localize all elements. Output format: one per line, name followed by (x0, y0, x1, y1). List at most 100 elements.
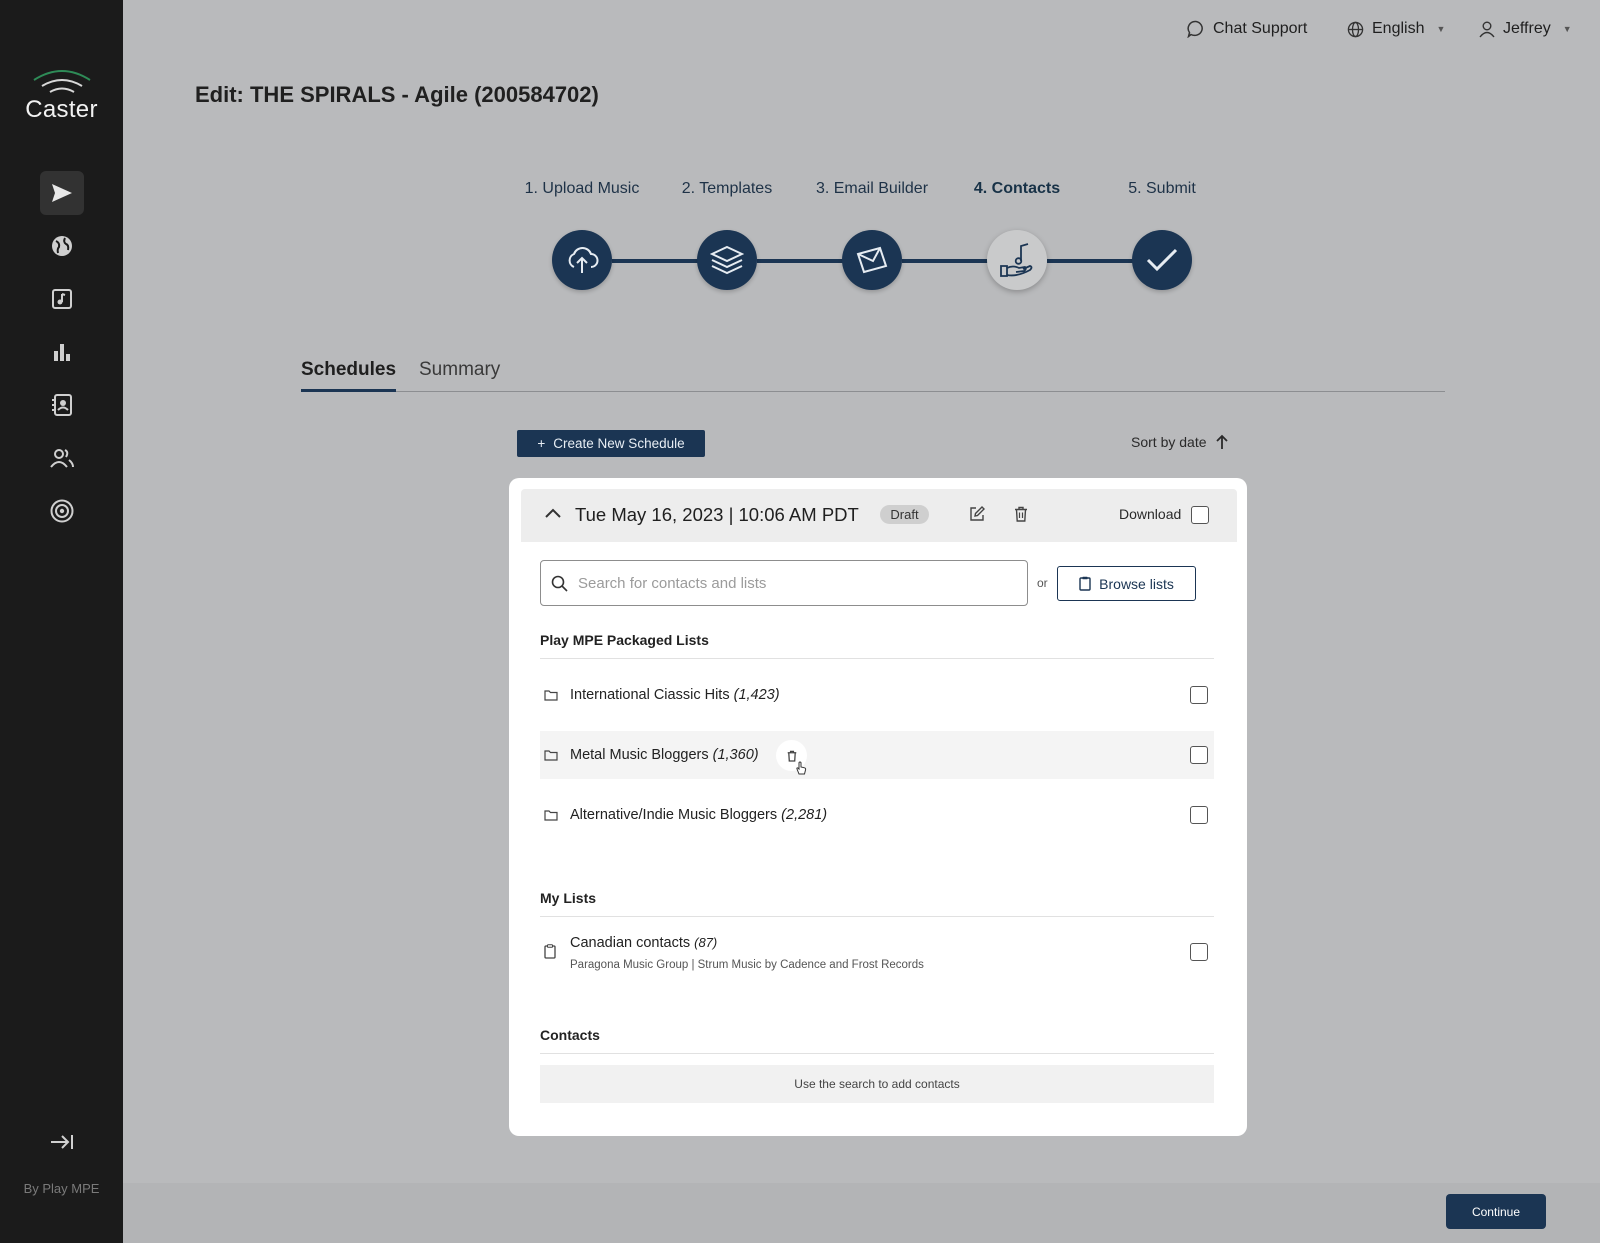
envelope-icon (856, 246, 888, 274)
clipboard-icon (1079, 576, 1091, 591)
step-submit[interactable]: 5. Submit (1092, 180, 1232, 198)
step-email-circle[interactable] (842, 230, 902, 290)
or-label: or (1037, 576, 1048, 590)
chevron-up-icon (545, 508, 561, 518)
chat-support-link[interactable]: Chat Support (1187, 20, 1307, 38)
page-title: Edit: THE SPIRALS - Agile (200584702) (195, 82, 599, 107)
step-templates-circle[interactable] (697, 230, 757, 290)
section-divider (540, 916, 1214, 917)
arrow-up-icon (1215, 434, 1228, 449)
nav-contacts-book[interactable] (40, 383, 84, 427)
logo-text: Caster (25, 96, 98, 123)
search-input[interactable] (578, 574, 998, 592)
step-templates[interactable]: 2. Templates (657, 180, 797, 198)
collapse-schedule-button[interactable] (544, 506, 562, 524)
nav-target[interactable] (40, 489, 84, 533)
language-selector[interactable]: English ▼ (1347, 20, 1445, 38)
sidebar: Caster By Play MPE (0, 0, 123, 1243)
continue-button[interactable]: Continue (1446, 1194, 1546, 1229)
nav-users[interactable] (40, 436, 84, 480)
packaged-lists-heading: Play MPE Packaged Lists (540, 632, 709, 648)
chat-bubble-icon (1187, 20, 1203, 38)
list-item-label: Metal Music Bloggers (1,360) (570, 747, 759, 763)
nav-music[interactable] (40, 277, 84, 321)
plus-icon: + (537, 436, 546, 451)
expand-sidebar-button[interactable] (40, 1120, 84, 1164)
step-connector (1047, 259, 1133, 263)
caret-down-icon: ▼ (1562, 24, 1572, 34)
section-divider (540, 1053, 1214, 1054)
folder-icon (544, 810, 558, 821)
status-badge: Draft (880, 505, 929, 524)
nav-analytics[interactable] (40, 330, 84, 374)
caster-logo[interactable]: Caster (0, 66, 123, 124)
edit-icon (970, 506, 985, 521)
delete-schedule-button[interactable] (1014, 506, 1028, 527)
user-menu[interactable]: Jeffrey ▼ (1479, 20, 1572, 38)
list-item[interactable]: Alternative/Indie Music Bloggers (2,281) (540, 791, 1214, 839)
list-item-label: International Ciassic Hits (1,423) (570, 687, 780, 703)
nav-send[interactable] (40, 171, 84, 215)
contacts-heading: Contacts (540, 1027, 600, 1043)
footer-bar (123, 1183, 1600, 1243)
clipboard-icon (544, 944, 556, 959)
list-item-checkbox[interactable] (1190, 746, 1208, 764)
language-label: English (1372, 20, 1425, 37)
globe-icon (52, 236, 72, 256)
step-submit-circle[interactable] (1132, 230, 1192, 290)
create-new-schedule-button[interactable]: + Create New Schedule (517, 430, 705, 457)
schedule-date: Tue May 16, 2023 | 10:06 AM PDT (575, 504, 859, 525)
by-play-mpe: By Play MPE (23, 1181, 100, 1196)
list-item[interactable]: Metal Music Bloggers (1,360) (540, 731, 1214, 779)
checkmark-icon (1146, 248, 1178, 272)
user-name: Jeffrey (1503, 20, 1551, 37)
step-contacts-circle[interactable] (987, 230, 1047, 290)
sort-by-date-button[interactable]: Sort by date (1131, 434, 1229, 450)
hand-cursor-icon (796, 761, 807, 775)
trash-icon (1015, 506, 1027, 522)
step-connector (757, 259, 843, 263)
folder-icon (544, 690, 558, 701)
arrow-to-right-icon (51, 1135, 73, 1149)
signal-icon (32, 70, 91, 93)
download-checkbox[interactable] (1191, 506, 1209, 524)
music-file-icon (52, 289, 72, 309)
step-contacts[interactable]: 4. Contacts (947, 180, 1087, 198)
list-item-label: Alternative/Indie Music Bloggers (2,281) (570, 807, 828, 823)
nav-globe[interactable] (40, 224, 84, 268)
address-book-icon (52, 394, 72, 416)
chat-support-label: Chat Support (1213, 20, 1308, 37)
step-upload-circle[interactable] (552, 230, 612, 290)
edit-schedule-button[interactable] (969, 506, 985, 527)
step-email-builder[interactable]: 3. Email Builder (802, 180, 942, 198)
create-button-label: Create New Schedule (553, 436, 685, 451)
bar-chart-icon (54, 344, 70, 361)
download-label: Download (1119, 506, 1182, 522)
trash-icon (787, 750, 796, 762)
my-list-label: Canadian contacts (87) (570, 935, 718, 951)
globe-outline-icon (1347, 21, 1364, 37)
folder-icon (544, 750, 558, 761)
search-icon (551, 575, 568, 592)
step-connector (612, 259, 698, 263)
sort-label: Sort by date (1131, 434, 1207, 450)
list-item[interactable]: International Ciassic Hits (1,423) (540, 671, 1214, 719)
tabs-bar: Schedules Summary (301, 355, 1445, 392)
contacts-empty-state: Use the search to add contacts (540, 1065, 1214, 1103)
paper-plane-icon (52, 184, 72, 202)
browse-lists-label: Browse lists (1099, 575, 1174, 592)
step-upload-music[interactable]: 1. Upload Music (512, 180, 652, 198)
my-lists-heading: My Lists (540, 890, 597, 906)
my-list-item[interactable]: Canadian contacts (87) Paragona Music Gr… (540, 928, 1214, 978)
browse-lists-button[interactable]: Browse lists (1057, 566, 1196, 601)
list-item-checkbox[interactable] (1190, 686, 1208, 704)
users-icon (50, 449, 74, 468)
tab-summary[interactable]: Summary (419, 359, 500, 389)
caret-down-icon: ▼ (1436, 24, 1446, 34)
contacts-search-field[interactable] (540, 560, 1028, 606)
list-item-checkbox[interactable] (1190, 806, 1208, 824)
cloud-upload-icon (568, 247, 599, 273)
my-list-owner: Paragona Music Group | Strum Music by Ca… (570, 959, 924, 971)
tab-schedules[interactable]: Schedules (301, 359, 397, 392)
my-list-checkbox[interactable] (1190, 943, 1208, 961)
